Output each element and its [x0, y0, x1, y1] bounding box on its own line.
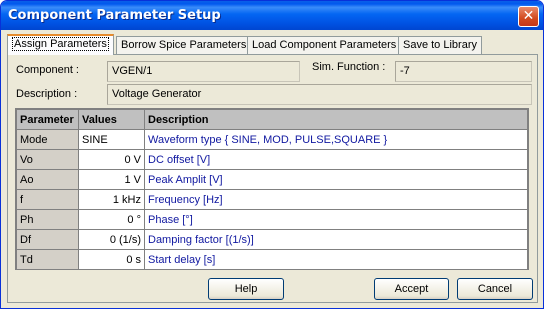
- table-row[interactable]: Mode SINE Waveform type { SINE, MOD, PUL…: [16, 129, 528, 150]
- description-label: Description :: [16, 88, 78, 100]
- tab-assign-parameters[interactable]: Assign Parameters: [7, 34, 114, 55]
- param-value-cell[interactable]: SINE: [78, 129, 145, 150]
- param-desc-cell: Damping factor [(1/s)]: [144, 229, 528, 250]
- param-name-cell: Df: [16, 229, 79, 250]
- column-header-values[interactable]: Values: [78, 109, 145, 130]
- table-row[interactable]: Vo 0 V DC offset [V]: [16, 149, 528, 170]
- param-value-cell[interactable]: 1 kHz: [78, 189, 145, 210]
- accept-button[interactable]: Accept: [374, 278, 449, 300]
- param-value-cell[interactable]: 0 V: [78, 149, 145, 170]
- parameter-grid: Parameter Values Description Mode SINE W…: [15, 108, 529, 270]
- component-field: VGEN/1: [107, 61, 300, 82]
- column-header-parameter[interactable]: Parameter: [16, 109, 79, 130]
- table-row[interactable]: Ph 0 ° Phase [°]: [16, 209, 528, 230]
- table-row[interactable]: f 1 kHz Frequency [Hz]: [16, 189, 528, 210]
- cancel-button[interactable]: Cancel: [457, 278, 533, 300]
- table-row[interactable]: Df 0 (1/s) Damping factor [(1/s)]: [16, 229, 528, 250]
- param-desc-cell: DC offset [V]: [144, 149, 528, 170]
- dialog-window: Component Parameter Setup ✕ Assign Param…: [0, 0, 544, 309]
- component-label: Component :: [16, 64, 79, 76]
- param-desc-cell: Peak Amplit [V]: [144, 169, 528, 190]
- assign-parameters-panel: Component : VGEN/1 Sim. Function : -7 De…: [7, 54, 538, 303]
- param-desc-cell: Frequency [Hz]: [144, 189, 528, 210]
- column-header-description[interactable]: Description: [144, 109, 528, 130]
- param-name-cell: Ao: [16, 169, 79, 190]
- sim-function-label: Sim. Function :: [312, 61, 386, 73]
- table-row[interactable]: Ao 1 V Peak Amplit [V]: [16, 169, 528, 190]
- param-desc-cell: Start delay [s]: [144, 249, 528, 270]
- param-value-cell[interactable]: 0 °: [78, 209, 145, 230]
- param-name-cell: Td: [16, 249, 79, 270]
- param-value-cell[interactable]: 0 s: [78, 249, 145, 270]
- table-row[interactable]: Td 0 s Start delay [s]: [16, 249, 528, 270]
- help-button[interactable]: Help: [208, 278, 284, 300]
- sim-function-field: -7: [395, 61, 532, 82]
- tab-borrow-spice-parameters[interactable]: Borrow Spice Parameters: [116, 36, 252, 54]
- description-field: Voltage Generator: [107, 84, 532, 105]
- param-value-cell[interactable]: 1 V: [78, 169, 145, 190]
- param-desc-cell: Phase [°]: [144, 209, 528, 230]
- tab-load-component-parameters[interactable]: Load Component Parameters: [247, 36, 402, 54]
- param-value-cell[interactable]: 0 (1/s): [78, 229, 145, 250]
- param-desc-cell: Waveform type { SINE, MOD, PULSE,SQUARE …: [144, 129, 528, 150]
- window-title: Component Parameter Setup: [8, 8, 221, 23]
- tab-save-to-library[interactable]: Save to Library: [398, 36, 482, 54]
- param-name-cell: f: [16, 189, 79, 210]
- close-icon[interactable]: ✕: [518, 6, 539, 27]
- param-name-cell: Vo: [16, 149, 79, 170]
- title-bar[interactable]: Component Parameter Setup ✕: [1, 1, 543, 30]
- param-name-cell: Mode: [16, 129, 79, 150]
- param-name-cell: Ph: [16, 209, 79, 230]
